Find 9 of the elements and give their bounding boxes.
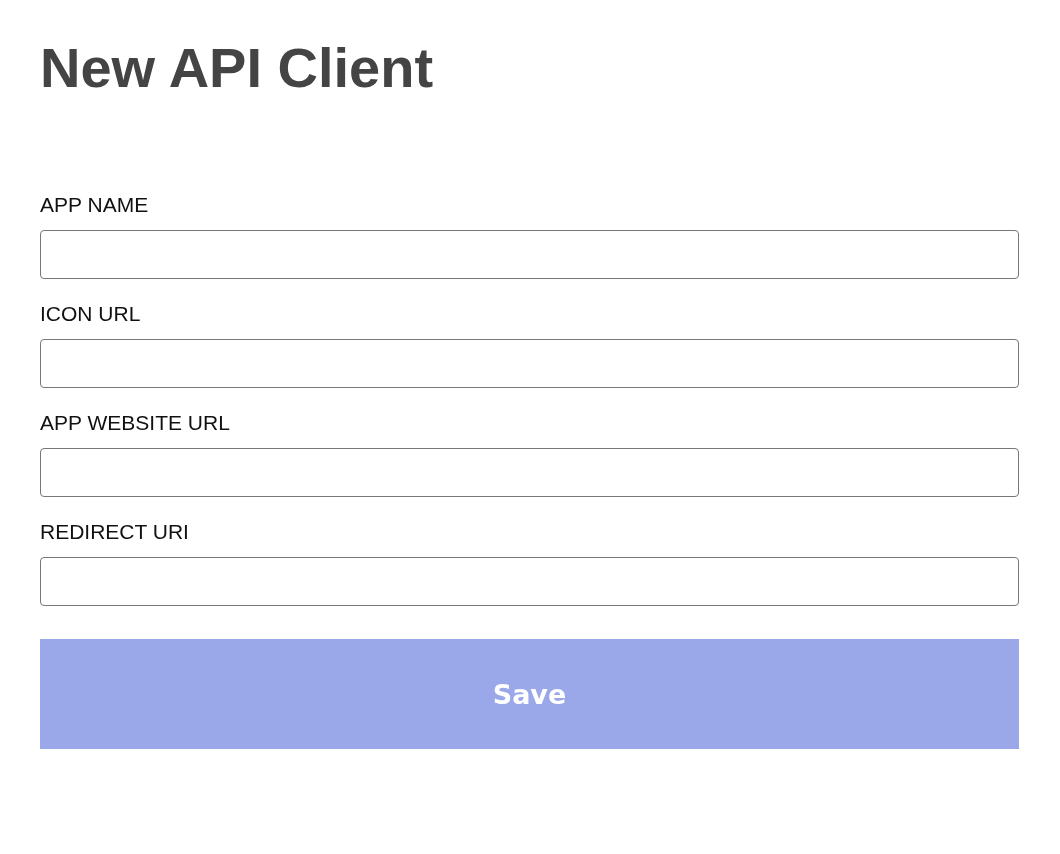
field-label: APP WEBSITE URL xyxy=(40,410,231,436)
page-title: New API Client xyxy=(40,35,435,101)
input-field[interactable] xyxy=(40,230,1019,279)
field-label: ICON URL xyxy=(40,301,142,327)
input-field[interactable] xyxy=(40,339,1019,388)
input-field[interactable] xyxy=(40,448,1019,497)
field-label: APP NAME xyxy=(40,192,150,218)
field-label: REDIRECT URI xyxy=(40,519,190,545)
input-field[interactable] xyxy=(40,557,1019,606)
